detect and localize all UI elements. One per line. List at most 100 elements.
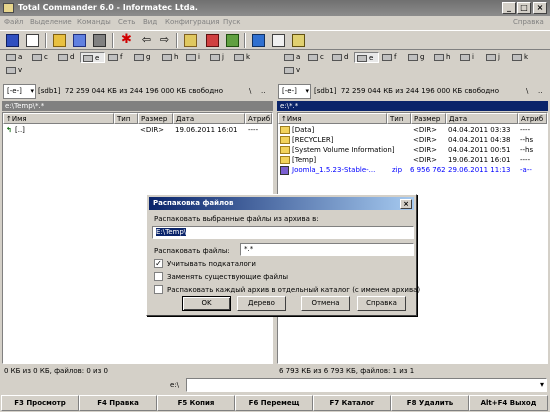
right-col-date[interactable]: Дата	[446, 113, 518, 124]
right-col-attr[interactable]: Атриб	[518, 113, 547, 124]
left-path[interactable]: e:\Temp\*.*	[2, 101, 273, 111]
alt-f4-exit-button[interactable]: Alt+F4 Выход	[469, 395, 548, 411]
right-up-button[interactable]: ..	[538, 85, 542, 98]
drive-d-right[interactable]: d	[330, 52, 348, 63]
files-mask-label: Распаковать файлы:	[154, 247, 230, 255]
left-root-button[interactable]: \	[249, 85, 251, 98]
drive-g-right[interactable]: g	[406, 52, 424, 63]
menu-start[interactable]: Пуск	[223, 16, 240, 29]
menu-commands[interactable]: Команды	[77, 16, 111, 29]
file-row[interactable]: Joomla_1.5.23-Stable-... zip 6 956 762 2…	[278, 165, 547, 175]
app-icon	[3, 3, 14, 13]
close-button[interactable]: ×	[533, 2, 547, 14]
right-path[interactable]: e:\*.*	[277, 101, 548, 111]
drive-f-left[interactable]: f	[106, 52, 122, 63]
dialog-titlebar[interactable]: Распаковка файлов ×	[149, 197, 414, 210]
left-col-size[interactable]: Размер	[138, 113, 173, 124]
dialog-title: Распаковка файлов	[153, 199, 234, 207]
right-root-button[interactable]: \	[526, 85, 528, 98]
right-drive-select[interactable]: [-e-] ▾	[278, 84, 311, 99]
tree-button[interactable]: Дерево	[237, 296, 286, 311]
menu-help[interactable]: Справка	[513, 16, 544, 29]
find-files-icon[interactable]	[252, 34, 265, 47]
files-mask-input[interactable]: *.*	[240, 243, 414, 256]
invert-selection-icon[interactable]	[93, 34, 106, 47]
drive-c-right[interactable]: c	[306, 52, 324, 63]
ftp-icon[interactable]	[206, 34, 219, 47]
right-col-size[interactable]: Размер	[411, 113, 446, 124]
destination-input[interactable]: E:\Temp\	[152, 226, 414, 239]
forward-arrow-icon[interactable]: ⇨	[158, 34, 171, 47]
menu-view[interactable]: Вид	[143, 16, 157, 29]
left-up-button[interactable]: ..	[261, 85, 265, 98]
toolbar: ✱ ⇦ ⇨	[0, 30, 550, 50]
f6-move-button[interactable]: F6 Перемещ	[235, 395, 313, 411]
dropdown-arrow-icon[interactable]: ▾	[540, 380, 544, 390]
file-row[interactable]: [System Volume Information] <DIR> 04.04.…	[278, 145, 547, 155]
drive-j-left[interactable]: j	[208, 52, 224, 63]
subdirs-checkbox[interactable]: ✓	[154, 259, 163, 268]
f3-view-button[interactable]: F3 Просмотр	[1, 395, 79, 411]
right-col-type[interactable]: Тип	[387, 113, 411, 124]
drive-d-left[interactable]: d	[56, 52, 74, 63]
menu-select[interactable]: Выделение	[30, 16, 72, 29]
drive-g-left[interactable]: g	[132, 52, 150, 63]
multi-rename-icon[interactable]	[272, 34, 285, 47]
drive-h-left[interactable]: h	[160, 52, 178, 63]
refresh-icon[interactable]	[6, 34, 19, 47]
menu-configuration[interactable]: Конфигурация	[165, 16, 219, 29]
drive-i-left[interactable]: i	[184, 52, 200, 63]
f5-copy-button[interactable]: F5 Копия	[157, 395, 235, 411]
menu-network[interactable]: Сеть	[118, 16, 135, 29]
f8-delete-button[interactable]: F8 Удалить	[391, 395, 469, 411]
drive-i-right[interactable]: i	[458, 52, 474, 63]
drive-e-left[interactable]: e	[80, 52, 105, 63]
left-drive-select[interactable]: [-e-] ▾	[3, 84, 36, 99]
f4-edit-button[interactable]: F4 Правка	[79, 395, 157, 411]
left-col-type[interactable]: Тип	[114, 113, 138, 124]
f7-mkdir-button[interactable]: F7 Каталог	[313, 395, 391, 411]
menu-file[interactable]: Файл	[4, 16, 23, 29]
drive-h-right[interactable]: h	[432, 52, 450, 63]
subdirs-label: Учитывать подкаталоги	[167, 260, 256, 268]
separate-dir-checkbox[interactable]	[154, 285, 163, 294]
drive-k-left[interactable]: k	[232, 52, 250, 63]
drive-a-left[interactable]: a	[4, 52, 22, 63]
drive-v-left[interactable]: v	[4, 65, 22, 76]
pack-icon[interactable]	[184, 34, 197, 47]
right-col-name[interactable]: ↑Имя	[278, 113, 387, 124]
drive-j-right[interactable]: j	[484, 52, 500, 63]
sort-icon[interactable]	[73, 34, 86, 47]
cancel-button[interactable]: Отмена	[301, 296, 350, 311]
drive-f-right[interactable]: f	[380, 52, 396, 63]
file-row[interactable]: [RECYCLER] <DIR> 04.04.2011 04:38 --hs	[278, 135, 547, 145]
file-row[interactable]: [Temp] <DIR> 19.06.2011 16:01 ----	[278, 155, 547, 165]
maximize-button[interactable]: □	[517, 2, 531, 14]
drive-c-left[interactable]: c	[30, 52, 48, 63]
back-arrow-icon[interactable]: ⇦	[140, 34, 153, 47]
left-col-attr[interactable]: Атриб	[245, 113, 272, 124]
folder-icon	[280, 156, 290, 164]
function-key-bar: F3 Просмотр F4 Правка F5 Копия F6 Переме…	[0, 394, 550, 412]
drive-v-right[interactable]: v	[282, 65, 300, 76]
url-icon[interactable]	[226, 34, 239, 47]
asterisk-icon[interactable]: ✱	[120, 33, 133, 47]
left-col-date[interactable]: Дата	[173, 113, 245, 124]
toolbar-separator	[176, 33, 178, 48]
brief-view-icon[interactable]	[26, 34, 39, 47]
minimize-button[interactable]: _	[502, 2, 516, 14]
left-col-name[interactable]: ↑Имя	[3, 113, 114, 124]
overwrite-checkbox[interactable]	[154, 272, 163, 281]
help-button[interactable]: Справка	[357, 296, 406, 311]
drive-k-right[interactable]: k	[510, 52, 528, 63]
ok-button[interactable]: OK	[182, 296, 231, 311]
drive-e-right[interactable]: e	[354, 52, 379, 63]
tree-icon[interactable]	[53, 34, 66, 47]
notepad-icon[interactable]	[292, 34, 305, 47]
dialog-close-button[interactable]: ×	[400, 199, 412, 209]
window-titlebar[interactable]: Total Commander 6.0 - Informatec Ltda. _…	[0, 0, 550, 16]
command-line-input[interactable]: ▾	[186, 378, 547, 392]
drive-a-right[interactable]: a	[282, 52, 300, 63]
file-row[interactable]: [Data] <DIR> 04.04.2011 03:33 ----	[278, 125, 547, 135]
file-row[interactable]: ↰ [..] <DIR> 19.06.2011 16:01 ----	[3, 125, 272, 135]
